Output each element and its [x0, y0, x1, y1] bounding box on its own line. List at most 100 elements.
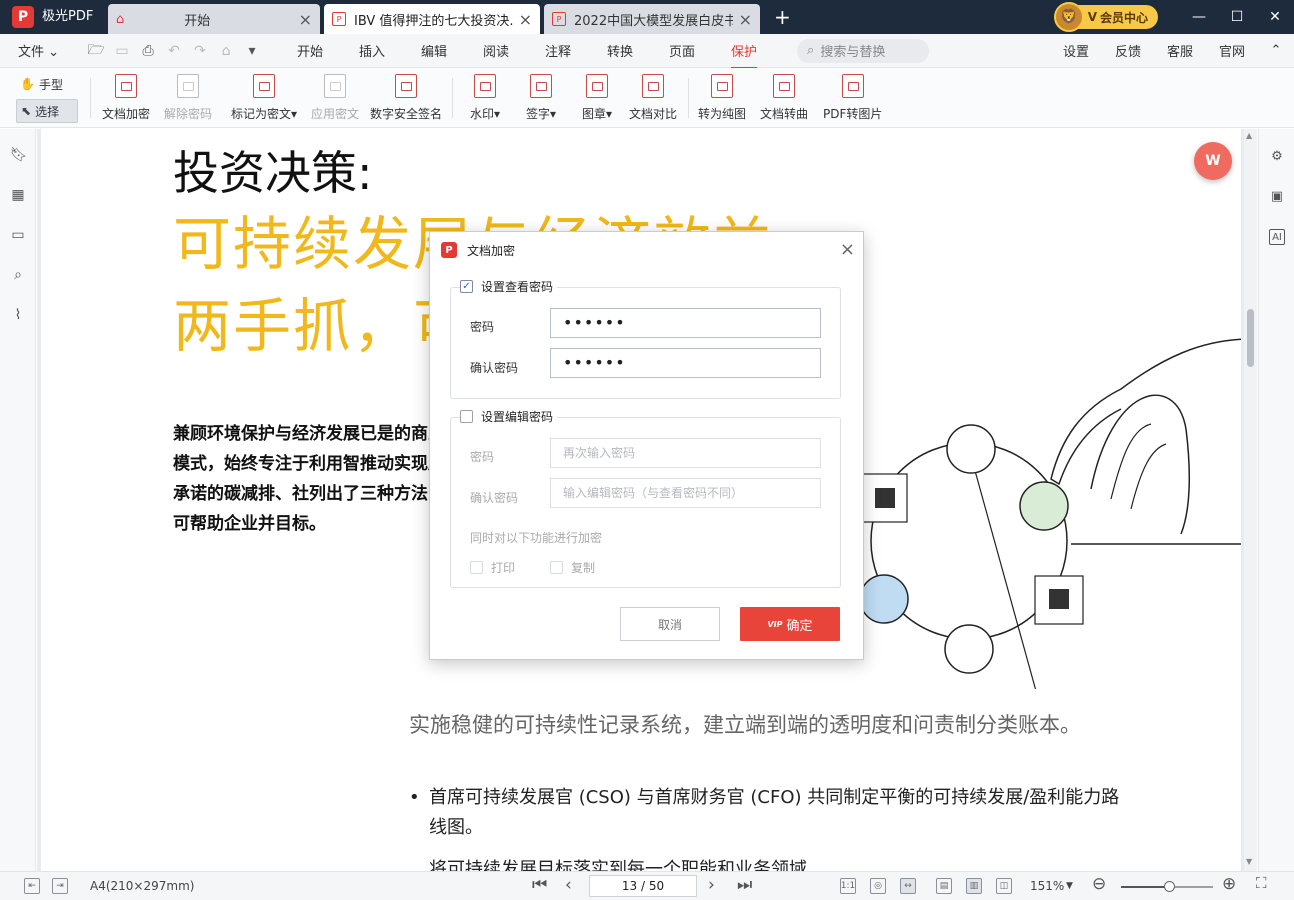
expand-right-icon[interactable]: ⇥	[52, 878, 68, 894]
new-tab-button[interactable]: +	[774, 0, 791, 34]
edit-password-input[interactable]: 再次输入密码	[550, 438, 821, 468]
convert-to-image-pdf-button[interactable]: 转为纯图	[698, 74, 746, 124]
vip-center-button[interactable]: 🦁 V 会员中心	[1053, 2, 1158, 32]
view-password-checkbox[interactable]: ✓ 设置查看密码	[460, 278, 558, 294]
single-page-icon[interactable]: ▤	[936, 878, 952, 894]
menu-read[interactable]: 阅读	[465, 41, 527, 60]
menu-protect[interactable]: 保护	[713, 41, 775, 69]
encrypt-document-button[interactable]: 文档加密	[102, 74, 150, 124]
menu-start[interactable]: 开始	[279, 41, 341, 60]
close-icon[interactable]: ×	[299, 10, 312, 29]
zoom-slider-thumb[interactable]	[1163, 881, 1175, 892]
zoom-in-icon[interactable]: ⊕	[1222, 874, 1236, 894]
undo-icon[interactable]: ↶	[161, 43, 187, 59]
encrypt-copy-checkbox[interactable]: 复制	[550, 559, 595, 576]
zoom-dropdown-icon[interactable]: ▼	[1066, 881, 1073, 891]
scroll-up-icon[interactable]: ▲	[1246, 131, 1252, 140]
zoom-level[interactable]: 151%	[1030, 879, 1064, 893]
checkbox-icon[interactable]	[470, 561, 483, 574]
fit-width-icon[interactable]: ↔	[900, 878, 916, 894]
file-menu[interactable]: 文件 ⌄	[18, 41, 59, 60]
vertical-scrollbar[interactable]: ▲ ▼	[1244, 129, 1257, 871]
pdf-to-image-button[interactable]: PDF转图片	[823, 74, 882, 124]
menu-feedback[interactable]: 反馈	[1102, 41, 1154, 60]
close-icon[interactable]: ×	[739, 10, 752, 29]
quick-access-dropdown-icon[interactable]: ▾	[239, 43, 265, 59]
previous-page-icon[interactable]: ‹	[565, 875, 572, 895]
close-icon[interactable]: ×	[519, 10, 532, 29]
tab-home[interactable]: ⌂ 开始 ×	[108, 4, 320, 34]
actual-size-icon[interactable]: 1:1	[840, 878, 856, 894]
print-icon[interactable]: ⎙	[135, 43, 161, 59]
properties-icon[interactable]: ⚙	[1269, 149, 1285, 165]
last-page-icon[interactable]: ⏭︎	[737, 875, 752, 895]
zoom-out-icon[interactable]: ⊖	[1092, 874, 1106, 894]
checkmark-icon[interactable]: ✓	[460, 279, 473, 293]
search-icon[interactable]: ⌕	[10, 267, 26, 283]
outline-text-button[interactable]: 文档转曲	[760, 74, 808, 124]
comments-icon[interactable]: ▭	[10, 227, 26, 243]
edit-confirm-password-input[interactable]: 输入编辑密码（与查看密码不同）	[550, 478, 821, 508]
search-input[interactable]: ⌕ 搜索与替换	[797, 38, 930, 63]
scroll-down-icon[interactable]: ▼	[1246, 857, 1252, 866]
view-password-input[interactable]: ••••••	[550, 308, 821, 338]
menu-annotate[interactable]: 注释	[527, 41, 589, 60]
menu-website[interactable]: 官网	[1206, 41, 1258, 60]
mark-redaction-button[interactable]: 标记为密文▾	[231, 74, 297, 124]
divider	[90, 78, 91, 118]
select-tool-button[interactable]: ⬉ 选择	[16, 99, 78, 123]
redo-icon[interactable]: ↷	[187, 43, 213, 59]
cancel-button[interactable]: 取消	[620, 607, 720, 641]
menu-support[interactable]: 客服	[1154, 41, 1206, 60]
continuous-page-icon[interactable]: ▥	[966, 878, 982, 894]
attachment-icon[interactable]: ⌇	[10, 307, 26, 323]
fullscreen-icon[interactable]: ⛶	[1256, 874, 1267, 892]
maximize-button[interactable]: ☐	[1218, 9, 1256, 25]
apply-redaction-button[interactable]: 应用密文	[311, 74, 359, 124]
next-page-icon[interactable]: ›	[708, 875, 715, 895]
remove-password-button[interactable]: 解除密码	[164, 74, 212, 124]
first-page-icon[interactable]: ⏮︎	[532, 875, 547, 895]
save-icon[interactable]: ▭	[109, 43, 135, 59]
page-cut-line: 将可持续发展目标落实到每一个职能和业务领域	[429, 859, 807, 871]
close-window-button[interactable]: ✕	[1256, 9, 1294, 25]
open-folder-icon[interactable]: 🗁	[83, 39, 109, 63]
edit-password-checkbox[interactable]: 设置编辑密码	[460, 408, 558, 424]
menu-settings[interactable]: 设置	[1050, 41, 1102, 60]
tab-whitepaper-document[interactable]: P 2022中国大模型发展白皮书... ×	[544, 4, 760, 34]
page-number-input[interactable]: 13 / 50	[589, 875, 697, 897]
bookmark-icon[interactable]: 🔖︎	[10, 147, 28, 163]
print-label: 打印	[491, 561, 516, 575]
image-pdf-icon	[711, 74, 733, 98]
checkbox-icon[interactable]	[460, 409, 473, 423]
fit-page-icon[interactable]: ◎	[870, 878, 886, 894]
hand-tool-button[interactable]: ✋ 手型	[16, 72, 78, 96]
tab-ibv-document[interactable]: P IBV 值得押注的七大投资决... ×	[324, 4, 540, 34]
home-icon[interactable]: ⌂	[213, 43, 239, 59]
convert-to-word-icon[interactable]: W	[1194, 142, 1232, 180]
scroll-thumb[interactable]	[1247, 309, 1254, 367]
watermark-button[interactable]: 水印▾	[470, 74, 500, 124]
collapse-ribbon-icon[interactable]: ⌃	[1258, 43, 1294, 58]
stamp-button[interactable]: 图章▾	[582, 74, 612, 124]
encrypt-print-checkbox[interactable]: 打印	[470, 559, 515, 576]
confirm-button[interactable]: VIP 确定	[740, 607, 840, 641]
menu-page[interactable]: 页面	[651, 41, 713, 60]
chat-icon[interactable]: ▣	[1269, 189, 1285, 205]
menu-convert[interactable]: 转换	[589, 41, 651, 60]
hand-illustration	[859, 338, 1241, 689]
two-page-icon[interactable]: ◫	[996, 878, 1012, 894]
view-confirm-password-input[interactable]: ••••••	[550, 348, 821, 378]
collapse-left-icon[interactable]: ⇤	[24, 878, 40, 894]
checkbox-icon[interactable]	[550, 561, 563, 574]
menu-insert[interactable]: 插入	[341, 41, 403, 60]
zoom-slider[interactable]	[1121, 881, 1213, 892]
digital-signature-button[interactable]: 数字安全签名	[370, 74, 442, 124]
thumbnails-icon[interactable]: ▦	[10, 187, 26, 203]
compare-documents-button[interactable]: 文档对比	[629, 74, 677, 124]
close-icon[interactable]: ×	[840, 239, 855, 260]
minimize-button[interactable]: —	[1180, 9, 1218, 25]
menu-edit[interactable]: 编辑	[403, 41, 465, 60]
ai-icon[interactable]: AI	[1269, 229, 1285, 245]
sign-button[interactable]: 签字▾	[526, 74, 556, 124]
